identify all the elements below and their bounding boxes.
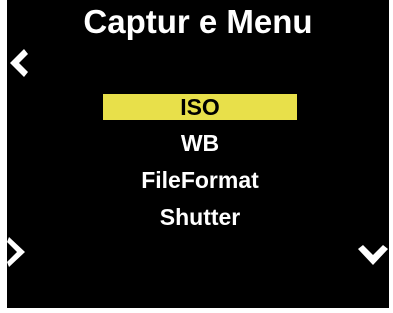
menu-item-iso[interactable]: ISO (103, 94, 297, 120)
chevron-right-icon (7, 237, 25, 267)
chevron-down-icon (358, 245, 388, 265)
capture-menu-screen: Captur e Menu ISO WB FileFormat Shutter (7, 0, 389, 308)
capture-menu-list: ISO WB FileFormat Shutter (103, 94, 297, 240)
back-button[interactable] (7, 46, 33, 80)
enter-button[interactable] (7, 234, 29, 270)
scroll-down-button[interactable] (356, 243, 390, 269)
chevron-left-icon (10, 49, 28, 77)
menu-item-fileformat[interactable]: FileFormat (103, 166, 297, 194)
menu-item-shutter[interactable]: Shutter (103, 203, 297, 231)
menu-title: Captur e Menu (83, 3, 313, 40)
menu-item-wb[interactable]: WB (103, 129, 297, 157)
